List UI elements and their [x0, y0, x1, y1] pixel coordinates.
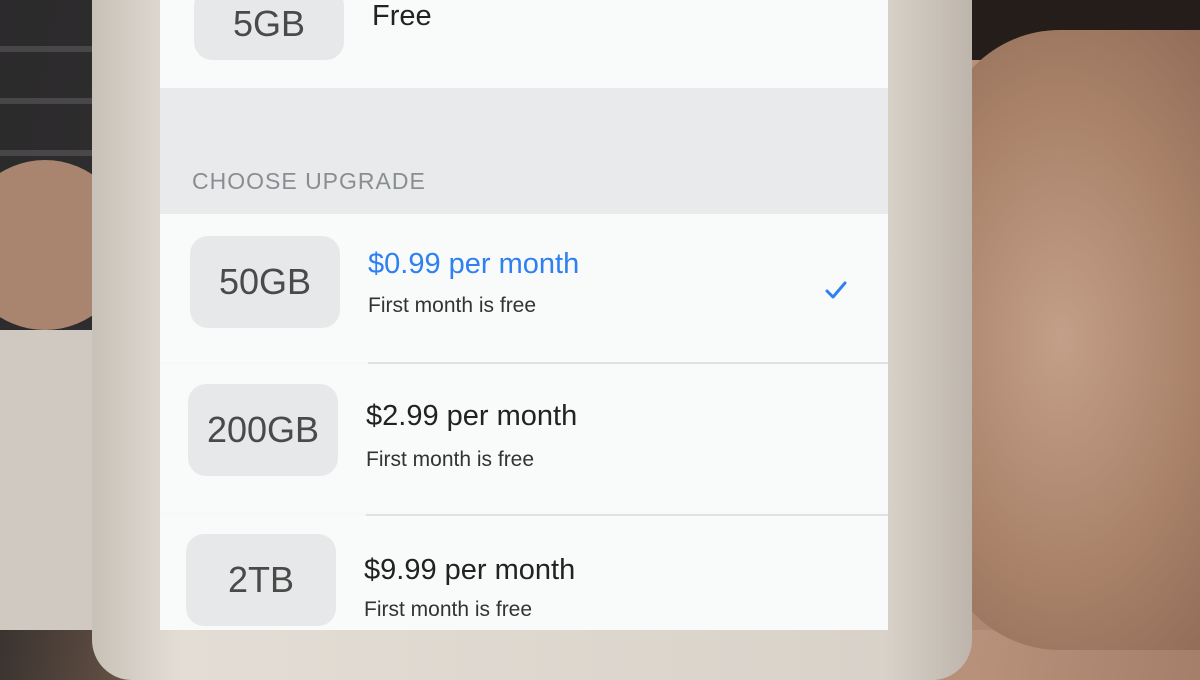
upgrade-option-200gb[interactable]: 200GB $2.99 per month First month is fre…	[160, 364, 888, 512]
storage-size-chip: 5GB	[194, 0, 344, 60]
current-plan-price: Free	[372, 0, 432, 32]
option-note: First month is free	[364, 598, 533, 621]
current-plan-row[interactable]: 5GB Free	[160, 0, 888, 88]
option-note: First month is free	[368, 294, 537, 317]
storage-size-chip: 2TB	[186, 534, 336, 626]
option-price: $2.99 per month	[366, 400, 578, 432]
upgrade-option-50gb[interactable]: 50GB $0.99 per month First month is free	[160, 214, 888, 362]
section-header-band	[160, 88, 888, 214]
current-plan-size: 5GB	[232, 3, 306, 44]
option-note: First month is free	[366, 448, 535, 471]
option-size: 50GB	[218, 261, 312, 302]
section-title: CHOOSE UPGRADE	[192, 168, 426, 194]
option-size: 200GB	[206, 409, 320, 450]
option-price: $9.99 per month	[364, 554, 576, 586]
option-price: $0.99 per month	[368, 248, 580, 280]
option-size: 2TB	[227, 559, 295, 600]
storage-size-chip: 200GB	[188, 384, 338, 476]
upgrade-option-2tb[interactable]: 2TB $9.99 per month First month is free	[160, 516, 888, 630]
storage-plan-screen: 5GB Free CHOOSE UPGRADE 50GB $0.99 per m…	[160, 0, 888, 630]
checkmark-icon	[825, 281, 847, 299]
hand-background	[940, 30, 1200, 650]
storage-size-chip: 50GB	[190, 236, 340, 328]
